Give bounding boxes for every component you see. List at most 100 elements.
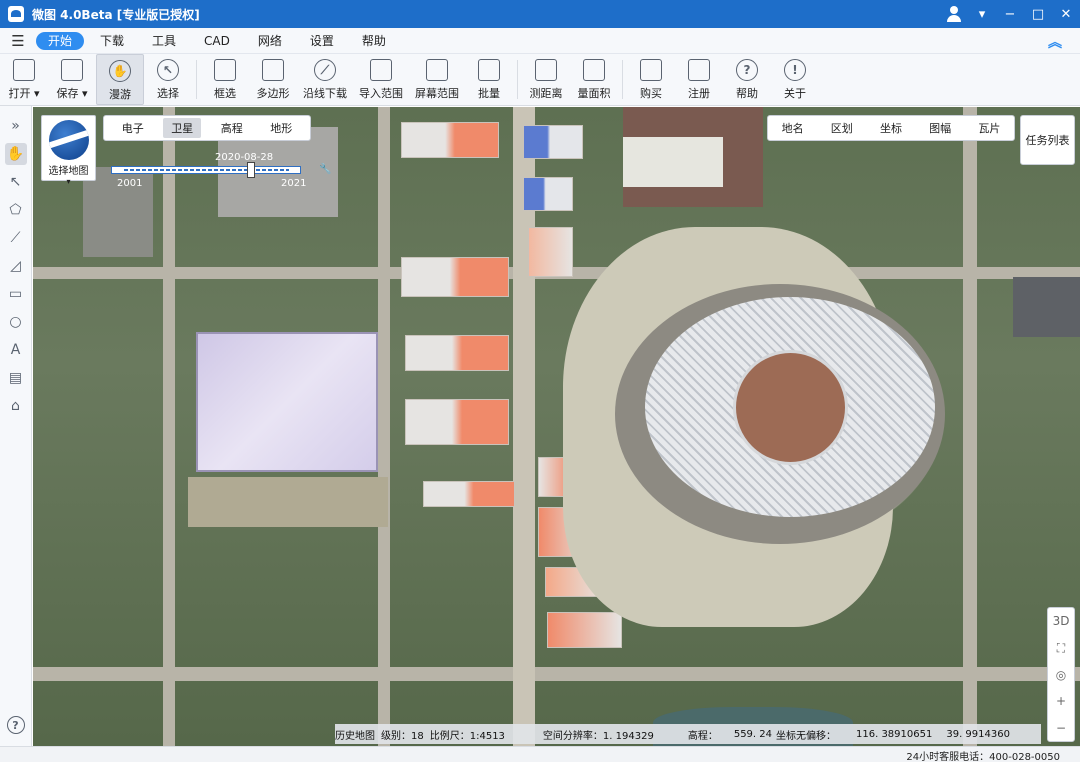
left-toolbar: » ✋ ↖ ⬠ ⟋ ◿ ▭ ○ A ▤ ⌂ ? <box>0 106 32 746</box>
map-tent <box>401 122 499 158</box>
spatial-resolution: 空间分辨率：1. 194329 <box>542 730 654 742</box>
menu-tools[interactable]: 工具 <box>140 32 188 50</box>
roam-button[interactable]: ✋ 漫游 <box>96 54 144 105</box>
window-controls: ▾ − □ ✕ <box>940 0 1080 28</box>
layer-tiles[interactable]: 瓦片 <box>978 120 1000 136</box>
line-download-button[interactable]: ⟋ 沿线下载 <box>297 54 353 105</box>
register-button[interactable]: 注册 <box>675 54 723 105</box>
layer-map-sheets[interactable]: 图幅 <box>929 120 951 136</box>
polygon-icon <box>262 59 284 81</box>
map-switcher-button[interactable]: 选择地图 ▾ <box>41 115 96 186</box>
toolbar-separator <box>196 60 197 99</box>
area-tool-icon[interactable]: ◿ <box>5 255 27 277</box>
wrench-icon[interactable]: 🔧 <box>319 164 331 175</box>
save-label: 保存 ▾ <box>56 87 88 100</box>
hamburger-menu-icon[interactable]: ☰ <box>0 32 36 50</box>
collapse-ribbon-icon[interactable]: ︽ <box>1048 32 1062 52</box>
fullscreen-icon[interactable]: ⛶ <box>1057 641 1065 656</box>
map-building <box>1013 277 1080 337</box>
layer-place-names[interactable]: 地名 <box>782 120 804 136</box>
about-button[interactable]: ! 关于 <box>771 54 819 105</box>
title-bar: 微图 4.0Beta [专业版已授权] ▾ − □ ✕ <box>0 0 1080 28</box>
menu-start[interactable]: 开始 <box>36 31 85 50</box>
elevation-label: 高程： <box>687 730 718 742</box>
tab-terrain[interactable]: 地形 <box>262 118 300 138</box>
app-logo-icon <box>8 6 24 22</box>
save-icon <box>61 59 83 81</box>
user-account-button[interactable] <box>940 0 968 28</box>
menu-cad[interactable]: CAD <box>192 32 242 50</box>
rectangle-tool-icon[interactable]: ▭ <box>5 283 27 305</box>
timeline-slider-handle[interactable] <box>247 162 255 178</box>
hand-icon: ✋ <box>109 60 131 82</box>
batch-icon <box>478 59 500 81</box>
select-label: 选择 <box>157 87 179 100</box>
menu-help[interactable]: 帮助 <box>350 32 398 50</box>
measure-distance-button[interactable]: 测距离 <box>522 54 570 105</box>
help-button[interactable]: ? 帮助 <box>723 54 771 105</box>
polygon-tool-icon[interactable]: ⬠ <box>5 199 27 221</box>
measure-area-button[interactable]: 量面积 <box>570 54 618 105</box>
circle-tool-icon[interactable]: ○ <box>5 311 27 333</box>
menu-download[interactable]: 下载 <box>88 32 136 50</box>
select-button[interactable]: ↖ 选择 <box>144 54 192 105</box>
batch-button[interactable]: 批量 <box>465 54 513 105</box>
area-measure-tool-icon[interactable]: ⌂ <box>5 395 27 417</box>
task-list-button[interactable]: 任务列表 <box>1020 115 1075 165</box>
layer-coordinates[interactable]: 坐标 <box>880 120 902 136</box>
import-range-label: 导入范围 <box>359 87 403 100</box>
close-button[interactable]: ✕ <box>1052 0 1080 28</box>
polygon-button[interactable]: 多边形 <box>249 54 297 105</box>
buy-button[interactable]: 购买 <box>627 54 675 105</box>
toolbar-separator <box>517 60 518 99</box>
longitude-value: 116. 38910651 <box>856 728 933 740</box>
map-tent <box>523 177 573 211</box>
pointer-tool-icon[interactable]: ↖ <box>5 171 27 193</box>
map-tent <box>405 335 509 371</box>
area-icon <box>583 59 605 81</box>
locate-icon[interactable]: ◎ <box>1056 668 1066 682</box>
menu-network[interactable]: 网络 <box>246 32 294 50</box>
timeline-start-year: 2001 <box>117 178 143 189</box>
menu-settings[interactable]: 设置 <box>298 32 346 50</box>
map-canvas[interactable]: 选择地图 ▾ 电子 卫星 高程 地形 2020-08-28 2001 2021 … <box>33 107 1080 746</box>
save-button[interactable]: 保存 ▾ <box>48 54 96 105</box>
mode-3d-button[interactable]: 3D <box>1053 614 1070 628</box>
maximize-button[interactable]: □ <box>1024 0 1052 28</box>
buy-label: 购买 <box>640 87 662 100</box>
import-range-button[interactable]: 导入范围 <box>353 54 409 105</box>
box-select-label: 框选 <box>214 87 236 100</box>
info-icon: ! <box>784 59 806 81</box>
menu-dropdown-button[interactable]: ▾ <box>968 0 996 28</box>
timeline-track[interactable] <box>111 166 301 174</box>
import-icon <box>370 59 392 81</box>
help-icon[interactable]: ? <box>6 716 25 734</box>
expand-panel-icon[interactable]: » <box>5 115 27 137</box>
minimize-button[interactable]: − <box>996 0 1024 28</box>
history-timeline: 2020-08-28 2001 2021 🔧 <box>111 152 341 189</box>
map-tent <box>528 227 573 277</box>
layer-divisions[interactable]: 区划 <box>831 120 853 136</box>
text-tool-icon[interactable]: A <box>5 339 27 361</box>
pointer-icon: ↖ <box>157 59 179 81</box>
zoom-out-button[interactable]: − <box>1056 721 1066 735</box>
tab-electronic[interactable]: 电子 <box>114 118 152 138</box>
tab-elevation[interactable]: 高程 <box>213 118 251 138</box>
history-map-label[interactable]: 历史地图 <box>335 727 375 742</box>
globe-icon <box>48 120 89 160</box>
map-road <box>963 107 977 746</box>
latitude-value: 39. 9914360 <box>946 728 1010 740</box>
open-button[interactable]: 打开 ▾ <box>0 54 48 105</box>
tab-satellite[interactable]: 卫星 <box>163 118 202 138</box>
timeline-end-year: 2021 <box>281 178 307 189</box>
screen-range-button[interactable]: 屏幕范围 <box>409 54 465 105</box>
elevation-value: 559. 24 <box>733 728 772 740</box>
menu-bar: ☰ 开始 下载 工具 CAD 网络 设置 帮助 ︽ <box>0 28 1080 54</box>
chevron-down-icon: ▾ <box>66 177 71 186</box>
box-select-button[interactable]: 框选 <box>201 54 249 105</box>
map-switcher-label: 选择地图 <box>48 166 89 177</box>
polyline-tool-icon[interactable]: ⟋ <box>5 227 27 249</box>
zoom-in-button[interactable]: + <box>1056 694 1066 708</box>
hand-tool-icon[interactable]: ✋ <box>4 143 27 165</box>
ruler-tool-icon[interactable]: ▤ <box>5 367 27 389</box>
